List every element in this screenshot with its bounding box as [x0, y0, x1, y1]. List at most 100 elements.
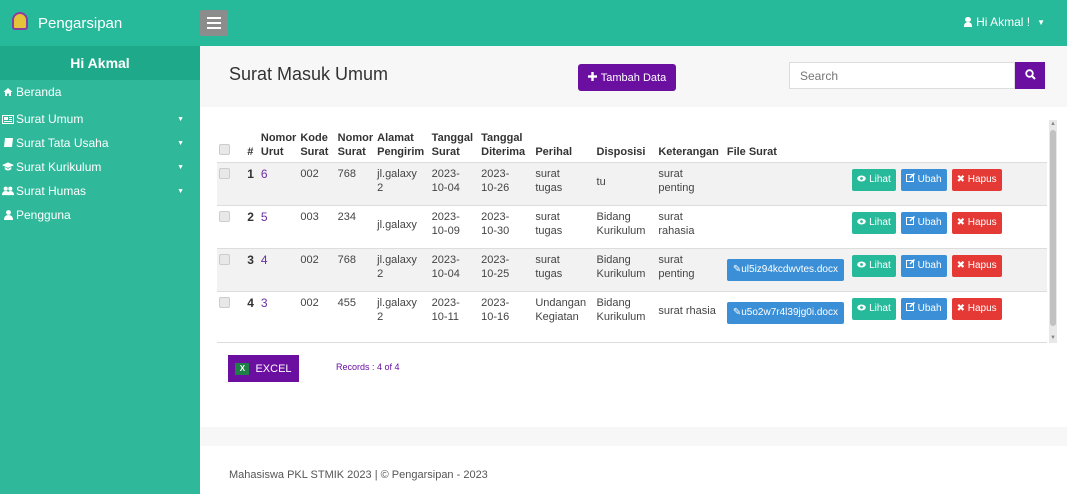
col-actions	[850, 120, 1047, 162]
sidebar-item-beranda[interactable]: Beranda	[0, 80, 200, 104]
row-actions: Lihat Ubah ✖ Hapus	[850, 162, 1047, 205]
select-all-checkbox[interactable]	[217, 120, 245, 162]
row-actions: Lihat Ubah ✖ Hapus	[850, 291, 1047, 334]
search-button[interactable]	[1015, 62, 1045, 89]
letters-table-container: # Nomor Urut Kode Surat Nomor Surat Alamat P…	[217, 120, 1047, 343]
cell-perihal: surat tugas	[535, 253, 563, 280]
nomor-urut-link[interactable]: 3	[261, 296, 268, 310]
excel-icon: X	[235, 362, 250, 375]
edit-button[interactable]: Ubah	[900, 297, 947, 320]
delete-button[interactable]: ✖ Hapus	[951, 254, 1002, 277]
add-data-button[interactable]: Tambah Data	[578, 64, 676, 91]
row-checkbox[interactable]	[219, 210, 230, 222]
file-download-button[interactable]: ✎u5o2w7r4l39jg0i.docx	[726, 301, 844, 324]
row-checkbox[interactable]	[219, 253, 230, 265]
chevron-down-icon: ▼	[177, 139, 184, 147]
scrollbar-thumb[interactable]	[1050, 130, 1056, 326]
brand[interactable]: Pengarsipan	[0, 0, 200, 46]
cell-perihal: Undangan Kegiatan	[535, 296, 587, 323]
cell-nomor: 768	[337, 253, 357, 266]
view-button[interactable]: Lihat	[852, 211, 896, 234]
cell-file: ✎ul5iz94kcdwvtes.docx	[725, 248, 850, 291]
col-hash: #	[247, 145, 254, 158]
sidebar-item-pengguna[interactable]: Pengguna	[0, 203, 200, 227]
scroll-down-arrow-icon[interactable]: ▼	[1049, 334, 1057, 343]
table-scrollbar[interactable]: ▲ ▼	[1049, 120, 1057, 343]
sidebar: Hi Akmal Beranda Surat Umum ▼ Surat Tata…	[0, 46, 200, 494]
cell-keterangan: surat rahasia	[658, 210, 695, 237]
cell-file	[725, 205, 850, 248]
add-data-label: Tambah Data	[600, 71, 667, 84]
cell-tgl-terima: 2023- 10-16	[481, 296, 510, 323]
eye-icon	[857, 175, 867, 181]
col-perihal: Perihal	[535, 145, 573, 158]
delete-button[interactable]: ✖ Hapus	[951, 168, 1002, 191]
top-navbar: Pengarsipan Hi Akmal ! ▼	[0, 0, 1067, 46]
user-icon	[2, 210, 14, 220]
user-menu-label: Hi Akmal !	[976, 15, 1031, 29]
sidebar-item-label: Surat Humas	[16, 184, 87, 198]
cell-alamat: jl.galaxy 2	[377, 167, 417, 194]
records-count: Records : 4 of 4	[336, 362, 400, 372]
cell-kode: 002	[300, 296, 319, 309]
edit-button[interactable]: Ubah	[900, 168, 947, 191]
edit-button[interactable]: Ubah	[900, 254, 947, 277]
edit-button[interactable]: Ubah	[900, 211, 947, 234]
cell-kode: 002	[300, 253, 319, 266]
cell-nomor: 768	[337, 167, 357, 180]
newspaper-icon	[2, 114, 14, 124]
users-icon	[2, 186, 14, 196]
page-title: Surat Masuk Umum	[229, 64, 389, 84]
cell-tgl-surat: 2023- 10-04	[431, 167, 460, 194]
user-icon	[964, 17, 973, 27]
scroll-up-arrow-icon[interactable]: ▲	[1049, 120, 1057, 129]
file-download-button[interactable]: ✎ul5iz94kcdwvtes.docx	[726, 258, 844, 281]
col-tanggal-surat: Tanggal Surat	[431, 131, 474, 158]
cell-tgl-surat: 2023- 10-09	[431, 210, 460, 237]
table-row: 1 6 002 768 jl.galaxy 2 2023- 10-04 2023- 1…	[217, 162, 1047, 205]
user-menu[interactable]: Hi Akmal ! ▼	[964, 15, 1045, 29]
home-icon	[2, 87, 14, 97]
nomor-urut-link[interactable]: 5	[261, 210, 268, 224]
delete-button[interactable]: ✖ Hapus	[951, 211, 1002, 234]
caret-down-icon: ▼	[1037, 17, 1045, 27]
cell-tgl-terima: 2023- 10-25	[481, 253, 510, 280]
row-number: 2	[247, 209, 254, 224]
search-input[interactable]	[789, 62, 1015, 89]
row-checkbox[interactable]	[219, 296, 230, 308]
view-button[interactable]: Lihat	[852, 254, 896, 277]
sidebar-item-surat-kurikulum[interactable]: Surat Kurikulum ▼	[0, 155, 200, 179]
logo-icon	[12, 12, 28, 30]
col-kode-surat: Kode Surat	[300, 131, 329, 158]
search-icon	[1024, 68, 1036, 83]
col-nomor-urut: Nomor Urut	[260, 131, 297, 158]
sidebar-item-surat-umum[interactable]: Surat Umum ▼	[0, 107, 200, 131]
chevron-down-icon: ▼	[177, 163, 184, 171]
excel-export-button[interactable]: X EXCEL	[228, 355, 299, 382]
cell-disposisi: Bidang Kurikulum	[596, 210, 646, 237]
cell-alamat: jl.galaxy 2	[377, 296, 417, 323]
view-button[interactable]: Lihat	[852, 297, 896, 320]
cell-tgl-terima: 2023- 10-26	[481, 167, 510, 194]
col-disposisi: Disposisi	[596, 145, 646, 158]
nomor-urut-link[interactable]: 6	[261, 167, 268, 181]
close-icon: ✖	[956, 302, 965, 314]
sidebar-item-surat-tata-usaha[interactable]: Surat Tata Usaha ▼	[0, 131, 200, 155]
menu-toggle-button[interactable]	[200, 10, 228, 36]
row-checkbox[interactable]	[219, 167, 230, 179]
cell-nomor: 455	[337, 296, 357, 309]
view-button[interactable]: Lihat	[852, 168, 896, 191]
footer-text: Mahasiswa PKL STMIK 2023 | © Pengarsipan…	[229, 469, 488, 481]
cell-kode: 003	[300, 210, 319, 223]
sidebar-item-surat-humas[interactable]: Surat Humas ▼	[0, 179, 200, 203]
main-panel: Surat Masuk Umum Tambah Data # NomorUrut…	[200, 46, 1067, 494]
cell-file	[725, 162, 850, 205]
cell-tgl-surat: 2023- 10-04	[431, 253, 460, 280]
table-row: 3 4 002 768 jl.galaxy 2 2023- 10-04 2023- 1…	[217, 248, 1047, 291]
col-keterangan: Keterangan	[658, 145, 719, 158]
delete-button[interactable]: ✖ Hapus	[951, 297, 1002, 320]
close-icon: ✖	[956, 216, 965, 228]
nomor-urut-link[interactable]: 4	[261, 253, 268, 267]
sidebar-item-label: Surat Tata Usaha	[16, 136, 109, 150]
cell-perihal: surat tugas	[535, 167, 563, 194]
